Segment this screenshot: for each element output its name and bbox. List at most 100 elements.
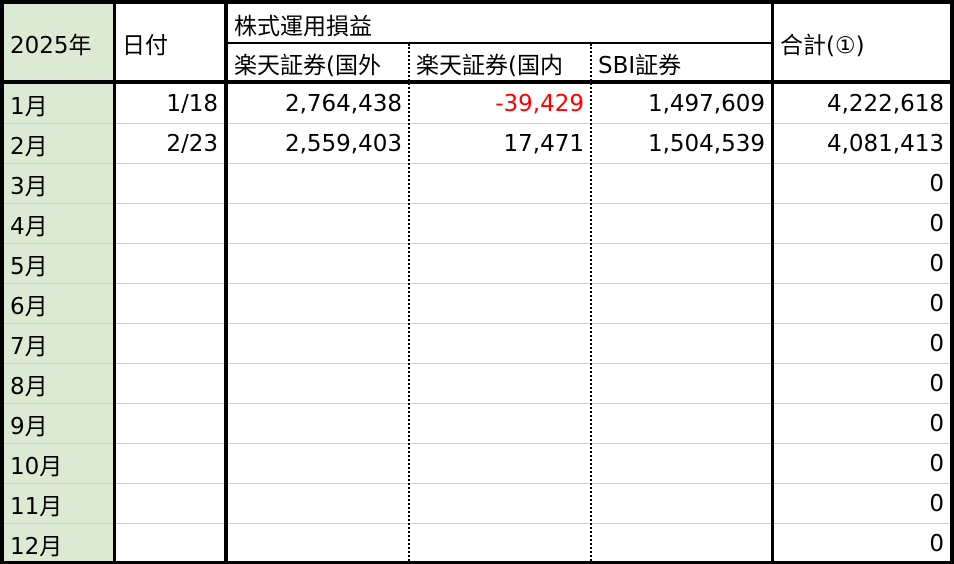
rakuten-foreign-cell[interactable]: 2,559,403 [228,124,408,164]
sbi-cell[interactable] [592,284,771,324]
rakuten-foreign-cell[interactable] [228,444,408,484]
date-cell[interactable] [116,284,224,324]
date-cell[interactable] [116,164,224,204]
header-total-cell[interactable]: 合計(①) [774,4,950,82]
total-cell[interactable]: 0 [774,324,950,364]
month-cell-value: 7月 [10,334,48,360]
sbi-cell[interactable] [592,444,771,484]
rakuten-domestic-cell-value: 17,471 [503,131,584,157]
date-cell-value: 1/18 [166,91,218,117]
header-col1-label: 楽天証券(国外 [234,53,381,79]
month-cell[interactable]: 8月 [4,364,113,404]
rakuten-domestic-cell[interactable] [410,284,590,324]
rakuten-domestic-cell[interactable] [410,524,590,564]
rakuten-domestic-cell[interactable]: -39,429 [410,84,590,124]
date-cell[interactable] [116,484,224,524]
date-cell[interactable] [116,244,224,284]
rakuten-domestic-cell[interactable]: 17,471 [410,124,590,164]
date-cell[interactable] [116,324,224,364]
sbi-cell[interactable] [592,164,771,204]
date-cell[interactable] [116,444,224,484]
header-col1-cell[interactable]: 楽天証券(国外 [228,44,409,82]
month-cell[interactable]: 7月 [4,324,113,364]
month-cell-value: 5月 [10,254,48,280]
total-cell[interactable]: 0 [774,164,950,204]
total-cell-value: 0 [929,291,944,317]
month-cell[interactable]: 4月 [4,204,113,244]
border-before-total [771,0,774,564]
border-header-bottom [0,80,954,84]
sbi-cell[interactable] [592,484,771,524]
total-cell[interactable]: 0 [774,204,950,244]
total-cell[interactable]: 0 [774,244,950,284]
rakuten-foreign-cell[interactable] [228,364,408,404]
month-cell-value: 4月 [10,214,48,240]
total-cell-value: 0 [929,171,944,197]
month-cell-value: 12月 [10,534,63,560]
rakuten-domestic-cell[interactable] [410,444,590,484]
month-cell-value: 11月 [10,494,63,520]
month-cell[interactable]: 3月 [4,164,113,204]
date-cell[interactable]: 1/18 [116,84,224,124]
total-cell[interactable]: 0 [774,364,950,404]
sbi-cell[interactable] [592,324,771,364]
month-cell[interactable]: 10月 [4,444,113,484]
date-cell[interactable]: 2/23 [116,124,224,164]
total-cell-value: 0 [929,251,944,277]
rakuten-foreign-cell[interactable] [228,244,408,284]
rakuten-domestic-cell[interactable] [410,164,590,204]
sbi-cell[interactable] [592,244,771,284]
month-cell-value: 3月 [10,174,48,200]
date-cell[interactable] [116,404,224,444]
sbi-cell[interactable] [592,404,771,444]
rakuten-foreign-cell[interactable] [228,284,408,324]
border-right [950,0,954,564]
total-cell-value: 0 [929,411,944,437]
total-cell[interactable]: 0 [774,284,950,324]
header-col2-cell[interactable]: 楽天証券(国内 [410,44,590,82]
month-cell-value: 8月 [10,374,48,400]
rakuten-domestic-cell[interactable] [410,364,590,404]
rakuten-domestic-cell[interactable] [410,244,590,284]
rakuten-foreign-cell[interactable] [228,324,408,364]
total-cell[interactable]: 0 [774,444,950,484]
sbi-cell[interactable] [592,204,771,244]
header-col2-label: 楽天証券(国内 [416,53,563,79]
month-cell[interactable]: 12月 [4,524,113,564]
total-cell-value: 0 [929,451,944,477]
month-cell[interactable]: 6月 [4,284,113,324]
date-cell[interactable] [116,524,224,564]
rakuten-foreign-cell[interactable] [228,164,408,204]
month-cell[interactable]: 9月 [4,404,113,444]
month-cell[interactable]: 11月 [4,484,113,524]
dotted-sep-col2-col3 [590,44,592,561]
total-cell[interactable]: 0 [774,404,950,444]
rakuten-domestic-cell[interactable] [410,484,590,524]
header-group-label: 株式運用損益 [234,14,372,40]
date-cell[interactable] [116,204,224,244]
month-cell[interactable]: 5月 [4,244,113,284]
rakuten-domestic-cell[interactable] [410,404,590,444]
header-year-cell[interactable]: 2025年 [4,4,114,82]
total-cell[interactable]: 0 [774,524,950,564]
rakuten-foreign-cell[interactable] [228,484,408,524]
header-group-cell[interactable]: 株式運用損益 [228,4,770,44]
header-date-cell[interactable]: 日付 [116,4,224,82]
total-cell[interactable]: 4,222,618 [774,84,950,124]
sbi-cell[interactable] [592,364,771,404]
month-cell[interactable]: 2月 [4,124,113,164]
rakuten-domestic-cell[interactable] [410,204,590,244]
rakuten-foreign-cell[interactable] [228,204,408,244]
total-cell[interactable]: 0 [774,484,950,524]
date-cell[interactable] [116,364,224,404]
sbi-cell[interactable]: 1,504,539 [592,124,771,164]
month-cell[interactable]: 1月 [4,84,113,124]
rakuten-domestic-cell[interactable] [410,324,590,364]
rakuten-foreign-cell[interactable] [228,524,408,564]
total-cell[interactable]: 4,081,413 [774,124,950,164]
rakuten-foreign-cell[interactable]: 2,764,438 [228,84,408,124]
header-col3-cell[interactable]: SBI証券 [592,44,772,82]
sbi-cell[interactable] [592,524,771,564]
rakuten-foreign-cell[interactable] [228,404,408,444]
sbi-cell[interactable]: 1,497,609 [592,84,771,124]
